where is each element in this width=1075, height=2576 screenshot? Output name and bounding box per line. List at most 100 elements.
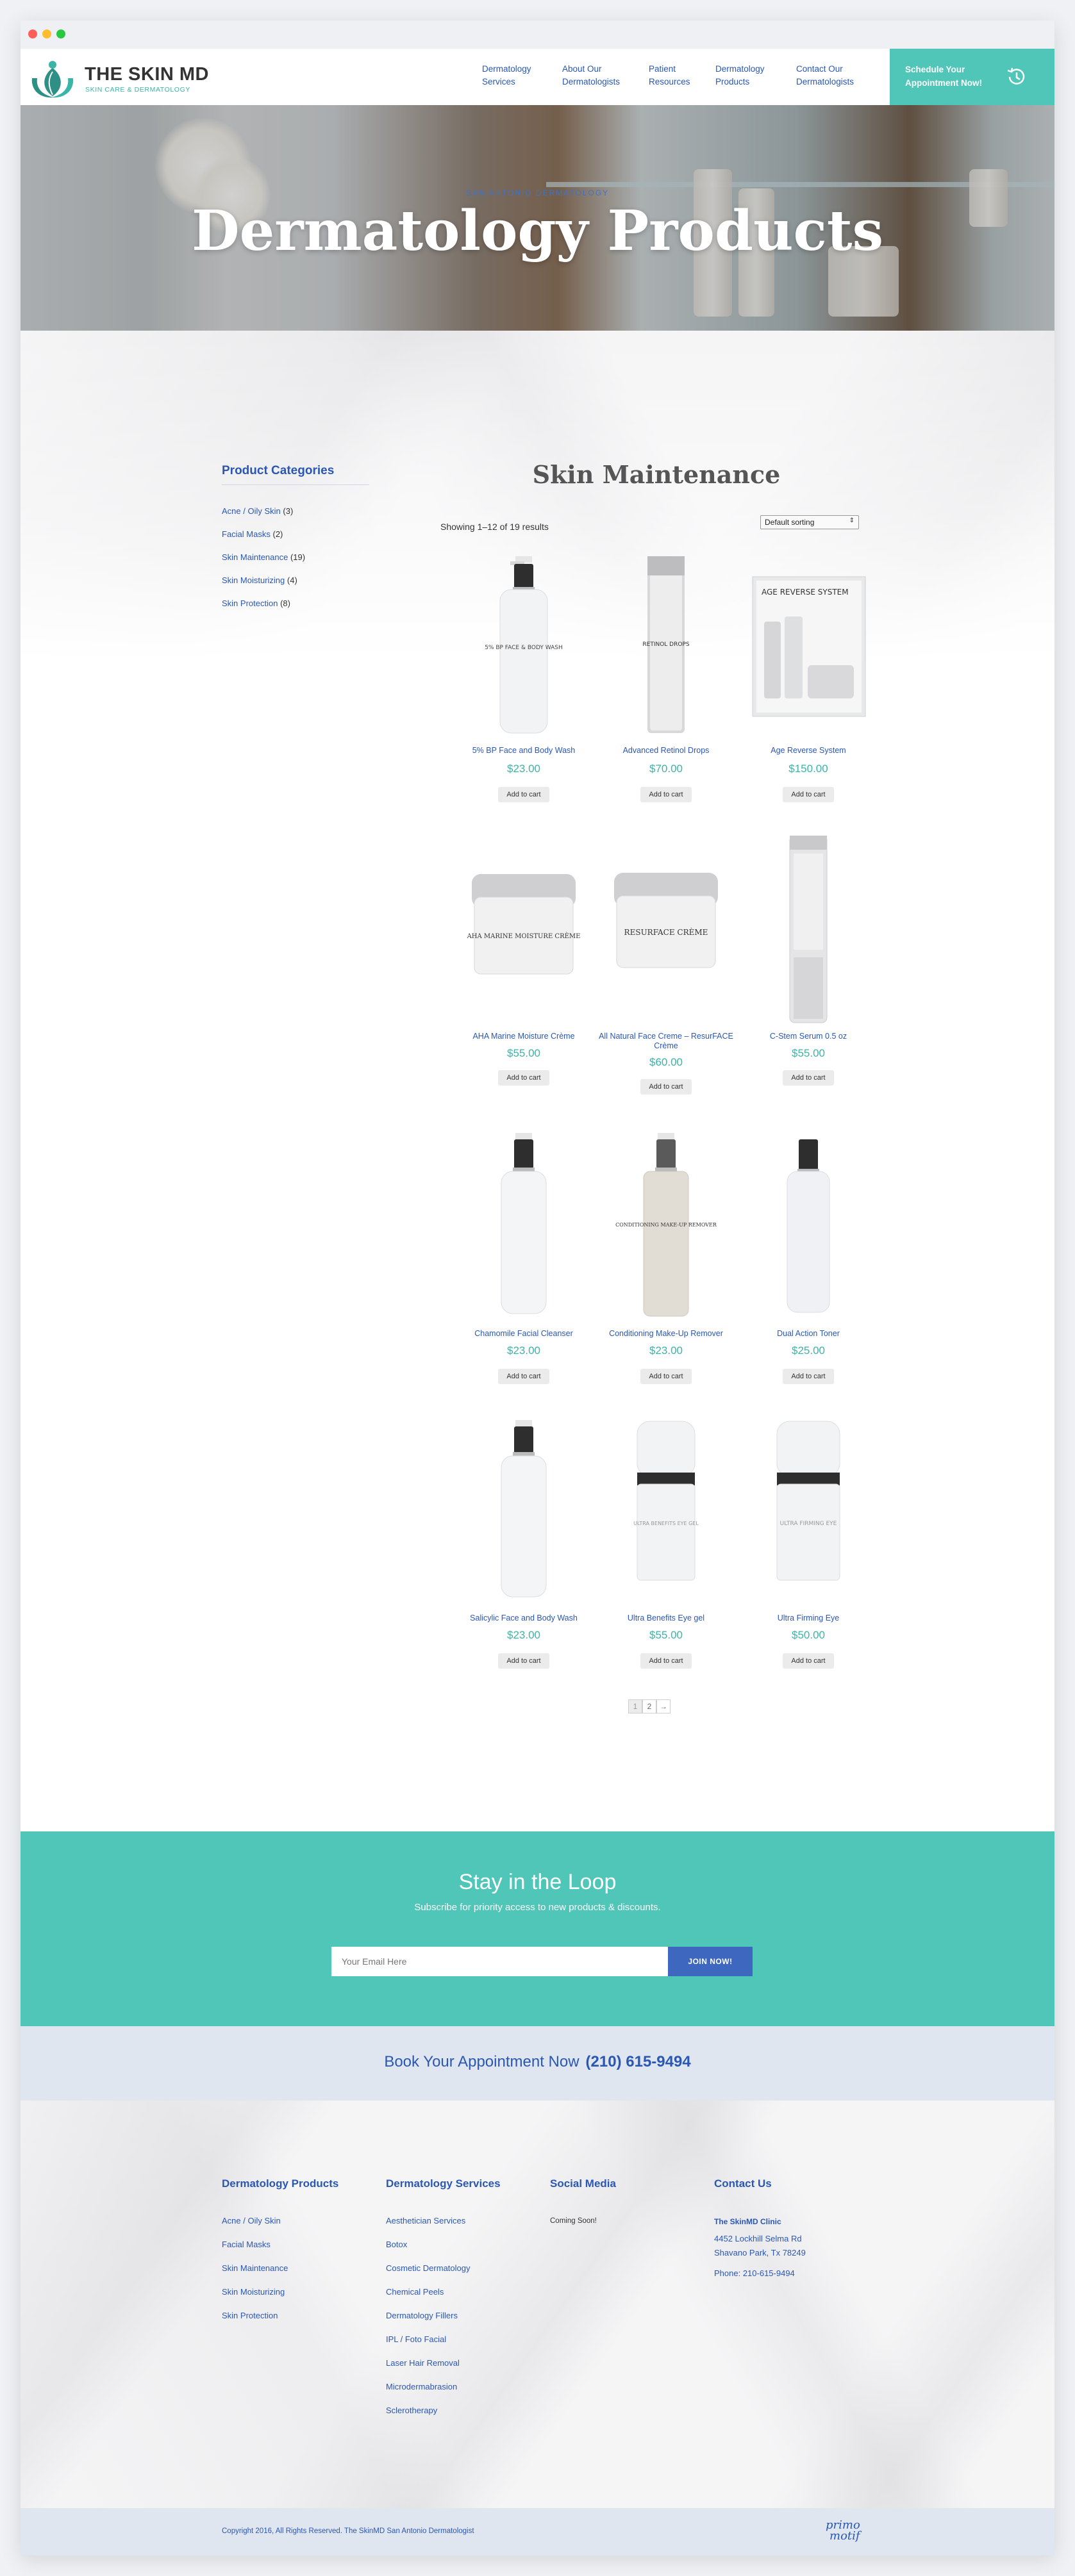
add-to-cart-button[interactable]: Add to cart [640, 1079, 692, 1094]
footer-link[interactable]: Skin Maintenance [222, 2263, 288, 2273]
footer-link[interactable]: Aesthetician Services [386, 2216, 465, 2225]
minimize-window-button[interactable] [42, 29, 51, 38]
nav-about-dermatologists[interactable]: About Our Dermatologists [562, 63, 639, 88]
product-name-link[interactable]: Chamomile Facial Cleanser [450, 1329, 597, 1339]
nav-dermatology-products[interactable]: Dermatology Products [715, 63, 792, 88]
product-price: $23.00 [507, 1344, 540, 1357]
add-to-cart-button[interactable]: Add to cart [498, 1070, 549, 1086]
footer-link[interactable]: Laser Hair Removal [386, 2358, 460, 2368]
newsletter-email-input[interactable] [331, 1947, 668, 1976]
join-now-button[interactable]: JOIN NOW! [668, 1947, 753, 1976]
sort-selected-value: Default sorting [765, 518, 815, 527]
nav-contact-dermatologists[interactable]: Contact Our Dermatologists [796, 63, 873, 88]
footer-link[interactable]: Acne / Oily Skin [222, 2216, 281, 2225]
footer-services-title: Dermatology Services [386, 2177, 501, 2190]
add-to-cart-button[interactable]: Add to cart [640, 787, 692, 802]
footer-phone-link[interactable]: Phone: 210-615-9494 [714, 2268, 795, 2278]
footer-link[interactable]: Facial Masks [222, 2240, 271, 2249]
product-jar-image[interactable]: RESURFACE CRÈME [605, 836, 727, 1028]
product-name-link[interactable]: Dual Action Toner [735, 1329, 882, 1339]
category-label[interactable]: Facial Masks [222, 529, 271, 539]
add-to-cart-button[interactable]: Add to cart [498, 1369, 549, 1384]
category-label[interactable]: Skin Maintenance [222, 552, 288, 562]
zoom-window-button[interactable] [56, 29, 65, 38]
product-name-link[interactable]: Advanced Retinol Drops [592, 746, 740, 755]
footer-clinic-name: The SkinMD Clinic [714, 2217, 781, 2226]
footer-bottom-bar: Copyright 2016, All Rights Reserved. The… [21, 2508, 1054, 2555]
footer-social-text: Coming Soon! [550, 2217, 597, 2225]
brand-tagline: SKIN CARE & DERMATOLOGY [85, 86, 190, 94]
footer-contact-title: Contact Us [714, 2177, 772, 2190]
product-pump-bottle-image[interactable]: 5% BP FACE & BODY WASH [463, 550, 585, 742]
product-pump-bottle-image[interactable]: CONDITIONING MAKE-UP REMOVER [605, 1130, 727, 1323]
category-count: (3) [283, 506, 294, 516]
product-name-link[interactable]: Conditioning Make-Up Remover [592, 1329, 740, 1339]
add-to-cart-button[interactable]: Add to cart [783, 1653, 834, 1669]
product-price: $60.00 [649, 1056, 683, 1068]
category-label[interactable]: Skin Protection [222, 599, 278, 608]
sidebar-category-skin-maintenance[interactable]: Skin Maintenance (19) [222, 552, 305, 562]
sidebar-category-facial-masks[interactable]: Facial Masks (2) [222, 529, 283, 539]
brand-name[interactable]: THE SKIN MD [85, 64, 209, 85]
product-name-link[interactable]: Age Reverse System [735, 746, 882, 755]
product-bottle-image[interactable] [747, 1130, 869, 1323]
footer-link[interactable]: Skin Moisturizing [222, 2287, 285, 2297]
nav-patient-resources[interactable]: Patient Resources [649, 63, 726, 88]
footer-link[interactable]: Botox [386, 2240, 407, 2249]
add-to-cart-button[interactable]: Add to cart [498, 1653, 549, 1669]
schedule-appointment-button[interactable]: Schedule Your Appointment Now! [890, 49, 1054, 105]
product-pump-bottle-image[interactable] [463, 1415, 585, 1607]
product-kit-box-image[interactable]: AGE REVERSE SYSTEM [747, 550, 869, 742]
product-label-text: AGE REVERSE SYSTEM [762, 588, 849, 597]
product-name-link[interactable]: Ultra Benefits Eye gel [592, 1614, 740, 1623]
footer-link[interactable]: Skin Protection [222, 2311, 278, 2320]
add-to-cart-button[interactable]: Add to cart [498, 787, 549, 802]
sidebar-category-skin-protection[interactable]: Skin Protection (8) [222, 599, 290, 608]
sort-select[interactable]: Default sorting ⇕ [760, 515, 859, 529]
product-label-text: CONDITIONING MAKE-UP REMOVER [615, 1222, 717, 1228]
appointment-phone-link[interactable]: (210) 615-9494 [586, 2053, 691, 2070]
appointment-cta[interactable]: Book Your Appointment Now (210) 615-9494 [21, 2053, 1054, 2071]
footer-link[interactable]: Cosmetic Dermatology [386, 2263, 471, 2273]
nav-label-line2: Resources [649, 77, 690, 87]
product-price: $25.00 [792, 1344, 825, 1357]
category-label[interactable]: Acne / Oily Skin [222, 506, 281, 516]
product-eye-cream-image[interactable]: ULTRA FIRMING EYE [747, 1415, 869, 1607]
product-name-link[interactable]: AHA Marine Moisture Crème [450, 1032, 597, 1041]
category-label[interactable]: Skin Moisturizing [222, 575, 285, 585]
add-to-cart-button[interactable]: Add to cart [640, 1369, 692, 1384]
add-to-cart-button[interactable]: Add to cart [783, 1369, 834, 1384]
add-to-cart-button[interactable]: Add to cart [640, 1653, 692, 1669]
product-name-link[interactable]: Salicylic Face and Body Wash [450, 1614, 597, 1623]
sidebar-category-skin-moisturizing[interactable]: Skin Moisturizing (4) [222, 575, 297, 585]
product-pump-bottle-image[interactable] [463, 1130, 585, 1323]
schedule-label-line2: Appointment Now! [905, 78, 982, 88]
product-price: $55.00 [649, 1629, 683, 1641]
product-name-link[interactable]: All Natural Face Creme – ResurFACE Crème [592, 1032, 740, 1051]
product-name-link[interactable]: C-Stem Serum 0.5 oz [735, 1032, 882, 1041]
footer-link[interactable]: IPL / Foto Facial [386, 2334, 446, 2344]
footer-link[interactable]: Microdermabrasion [386, 2382, 457, 2391]
footer-link[interactable]: Dermatology Fillers [386, 2311, 458, 2320]
pagination-next-arrow-icon[interactable]: → [656, 1699, 671, 1713]
product-airless-bottle-image[interactable]: RETINOL DROPS [605, 550, 727, 742]
product-jar-image[interactable]: AHA MARINE MOISTURE CRÈME [463, 836, 585, 1028]
product-name-link[interactable]: 5% BP Face and Body Wash [450, 746, 597, 755]
product-eye-gel-image[interactable]: ULTRA BENEFITS EYE GEL [605, 1415, 727, 1607]
product-tall-bottle-image[interactable] [747, 836, 869, 1028]
pagination-page-1[interactable]: 1 [628, 1699, 642, 1713]
footer-link[interactable]: Sclerotherapy [386, 2406, 437, 2415]
add-to-cart-button[interactable]: Add to cart [783, 787, 834, 802]
footer-link[interactable]: Chemical Peels [386, 2287, 444, 2297]
leaf-logo-icon[interactable] [28, 59, 77, 99]
product-label-text: RETINOL DROPS [642, 641, 689, 648]
close-window-button[interactable] [28, 29, 37, 38]
product-name-link[interactable]: Ultra Firming Eye [735, 1614, 882, 1623]
pagination-page-2[interactable]: 2 [642, 1699, 656, 1713]
sidebar-category-acne[interactable]: Acne / Oily Skin (3) [222, 506, 293, 516]
nav-dermatology-services[interactable]: Dermatology Services [482, 63, 559, 88]
primo-motif-logo[interactable]: primo motif [826, 2520, 864, 2542]
product-price: $23.00 [507, 1629, 540, 1641]
history-clock-icon [1007, 67, 1025, 85]
add-to-cart-button[interactable]: Add to cart [783, 1070, 834, 1086]
